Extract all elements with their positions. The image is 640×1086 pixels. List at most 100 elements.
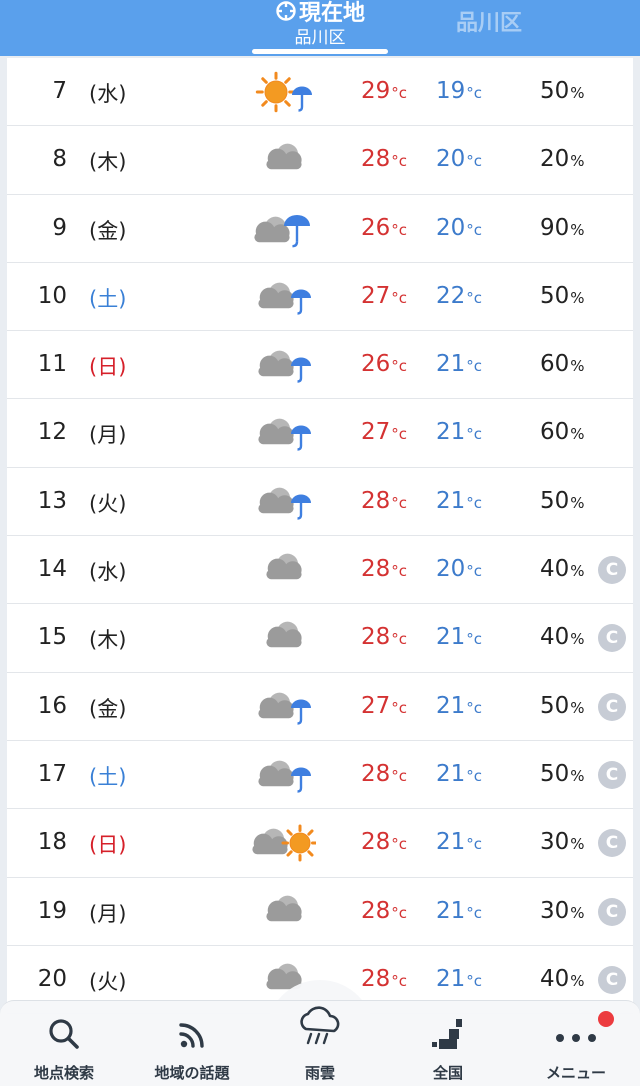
nav-item-rain-cloud[interactable]: 雨雲 <box>256 1001 384 1086</box>
precip-probability: 50% <box>540 692 585 719</box>
low-temp: 22°c <box>436 282 483 309</box>
high-temp: 28°c <box>361 897 408 924</box>
precip-probability: 50% <box>540 282 585 309</box>
cloud-rain-icon <box>254 214 310 247</box>
precip-probability: 40% <box>540 556 585 583</box>
cloud-then-sun-icon <box>252 824 316 862</box>
reliability-badge: C <box>598 965 626 994</box>
high-temp: 28°c <box>361 487 408 514</box>
forecast-row[interactable]: 7 (水) 29°c 19°c 50% <box>7 58 633 127</box>
precip-probability: 40% <box>540 624 585 651</box>
low-temp: 21°c <box>436 351 483 378</box>
day-number: 7 <box>52 78 67 104</box>
low-temp: 20°c <box>436 146 483 173</box>
day-number: 8 <box>52 146 67 173</box>
forecast-row[interactable]: 17 (土) 28°c 21°c 50% C <box>7 741 633 810</box>
day-of-week: (火) <box>89 491 127 516</box>
day-of-week: (日) <box>89 355 127 380</box>
low-temp: 20°c <box>436 214 483 241</box>
low-temp: 19°c <box>436 78 483 104</box>
nav-item-rss[interactable]: 地域の話題 <box>128 1001 256 1086</box>
day-number: 15 <box>37 624 67 651</box>
tab-current-subtitle: 品川区 <box>294 28 346 48</box>
reliability-badge: C <box>598 556 626 585</box>
reliability-badge: C <box>598 692 626 721</box>
high-temp: 28°c <box>361 556 408 583</box>
day-number: 16 <box>37 692 67 719</box>
day-of-week: (土) <box>89 286 127 311</box>
precip-probability: 50% <box>540 487 585 514</box>
day-of-week: (日) <box>89 833 127 858</box>
cloudy-icon <box>266 553 302 580</box>
high-temp: 28°c <box>361 829 408 856</box>
precip-probability: 50% <box>540 760 585 787</box>
day-of-week: (金) <box>89 218 127 243</box>
nav-label: メニュー <box>545 1064 606 1082</box>
day-number: 17 <box>37 760 67 787</box>
day-number: 18 <box>37 829 67 856</box>
forecast-row[interactable]: 12 (月) 27°c 21°c 60% <box>7 399 633 468</box>
day-of-week: (水) <box>89 560 127 585</box>
nav-label: 全国 <box>432 1064 463 1082</box>
high-temp: 26°c <box>361 214 408 241</box>
notification-dot <box>598 1011 614 1027</box>
forecast-row[interactable]: 19 (月) 28°c 21°c 30% C <box>7 878 633 946</box>
cloud-then-rain-icon <box>258 487 311 520</box>
weekly-forecast-list: 7 (水) 29°c 19°c 50% 8 (木) 28°c 20°c 20% 9 (金) 26°… <box>7 58 633 1015</box>
day-number: 20 <box>37 965 67 992</box>
tab-current-location[interactable]: 現在地 品川区 <box>252 0 388 56</box>
forecast-row[interactable]: 16 (金) 27°c 21°c 50% C <box>7 673 633 741</box>
menu-dots-icon <box>554 1029 598 1048</box>
cloud-then-rain-icon <box>258 282 311 315</box>
location-target-icon <box>276 1 296 21</box>
cloudy-icon <box>266 622 302 648</box>
day-of-week: (火) <box>89 969 127 994</box>
precip-probability: 30% <box>540 829 585 856</box>
precip-probability: 90% <box>540 214 585 241</box>
reliability-badge: C <box>598 624 626 653</box>
cloudy-icon <box>266 143 302 170</box>
nav-item-nationwide[interactable]: 全国 <box>384 1001 512 1086</box>
forecast-row[interactable]: 11 (日) 26°c 21°c 60% <box>7 331 633 400</box>
nav-item-search[interactable]: 地点検索 <box>0 1001 128 1086</box>
low-temp: 21°c <box>436 692 483 719</box>
high-temp: 27°c <box>361 692 408 719</box>
rain-cloud-icon <box>294 1003 346 1051</box>
forecast-row[interactable]: 9 (金) 26°c 20°c 90% <box>7 195 633 263</box>
low-temp: 20°c <box>436 556 483 583</box>
day-of-week: (木) <box>89 628 127 653</box>
reliability-badge: C <box>598 760 626 789</box>
precip-probability: 60% <box>540 419 585 446</box>
header-bar: 現在地 品川区 品川区 <box>0 0 640 56</box>
sun-then-rain-icon <box>255 71 312 113</box>
rss-icon <box>176 1019 208 1055</box>
day-number: 10 <box>37 282 67 309</box>
day-number: 19 <box>37 897 67 924</box>
nationwide-icon <box>430 1017 466 1057</box>
day-number: 9 <box>52 214 67 241</box>
precip-probability: 20% <box>540 146 585 173</box>
day-of-week: (月) <box>89 423 127 448</box>
day-of-week: (木) <box>89 150 127 175</box>
low-temp: 21°c <box>436 760 483 787</box>
nav-label: 地点検索 <box>33 1064 94 1082</box>
tab-shinagawa[interactable]: 品川区 <box>456 5 522 37</box>
forecast-row[interactable]: 18 (日) 28°c 21°c 30% C <box>7 809 633 878</box>
day-of-week: (水) <box>89 82 127 106</box>
forecast-row[interactable]: 13 (火) 28°c 21°c 50% <box>7 468 633 537</box>
low-temp: 21°c <box>436 487 483 514</box>
day-number: 14 <box>37 556 67 583</box>
low-temp: 21°c <box>436 897 483 924</box>
reliability-badge: C <box>598 829 626 858</box>
nav-label: 地域の話題 <box>154 1064 230 1082</box>
day-of-week: (金) <box>89 696 127 721</box>
forecast-row[interactable]: 15 (木) 28°c 21°c 40% C <box>7 604 633 673</box>
nav-item-menu-dots[interactable]: メニュー <box>512 1001 640 1086</box>
cloud-then-rain-icon <box>258 692 311 725</box>
high-temp: 27°c <box>361 282 408 309</box>
forecast-row[interactable]: 14 (水) 28°c 20°c 40% C <box>7 536 633 605</box>
forecast-row[interactable]: 10 (土) 27°c 22°c 50% <box>7 263 633 332</box>
high-temp: 28°c <box>361 624 408 651</box>
high-temp: 28°c <box>361 760 408 787</box>
forecast-row[interactable]: 8 (木) 28°c 20°c 20% <box>7 126 633 195</box>
